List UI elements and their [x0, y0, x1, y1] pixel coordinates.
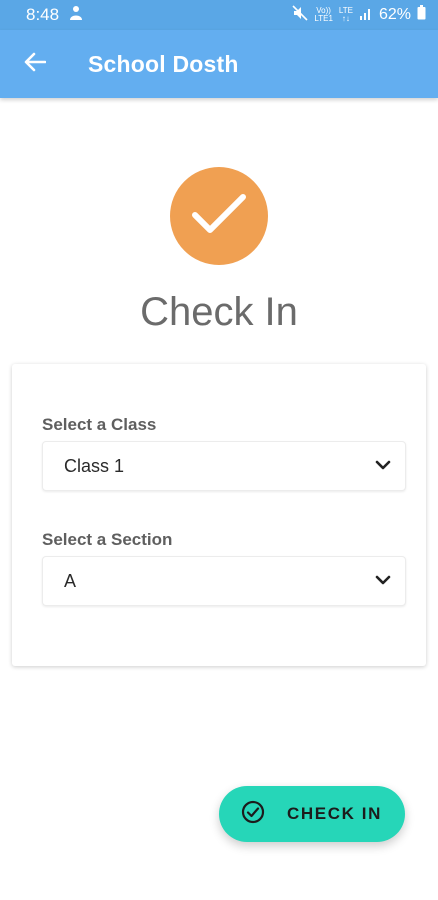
- section-dropdown-value: A: [64, 570, 77, 591]
- chevron-down-icon: [375, 457, 391, 475]
- class-dropdown-value: Class 1: [64, 455, 125, 476]
- section-dropdown[interactable]: A: [42, 556, 406, 606]
- check-in-button[interactable]: CHECK IN: [219, 786, 405, 842]
- class-dropdown[interactable]: Class 1: [42, 441, 406, 491]
- status-bar: 8:48 Vo)) LTE1 LTE ↑↓ 62%: [0, 0, 438, 30]
- app-title: School Dosth: [88, 50, 239, 77]
- arrow-left-icon: [24, 52, 47, 77]
- notification-icon: [69, 5, 83, 26]
- chevron-down-icon: [375, 572, 391, 590]
- screen: 8:48 Vo)) LTE1 LTE ↑↓ 62% School Dosth C…: [0, 0, 438, 900]
- app-bar: School Dosth: [0, 30, 438, 98]
- battery-percent: 62%: [378, 6, 411, 23]
- class-label: Select a Class: [42, 415, 157, 434]
- check-icon: [191, 192, 247, 241]
- volte-indicator: Vo)) LTE1: [314, 6, 333, 23]
- check-in-form-card: Select a Class Class 1 Select a Section …: [12, 364, 426, 666]
- battery-icon: [417, 5, 426, 25]
- signal-icon: [359, 6, 373, 25]
- section-label: Select a Section: [42, 530, 173, 549]
- status-left: 8:48: [26, 5, 83, 26]
- status-time: 8:48: [26, 5, 60, 24]
- page-title: Check In: [140, 290, 298, 334]
- success-badge: [170, 167, 268, 265]
- lte-indicator: LTE ↑↓: [338, 6, 353, 23]
- status-right: Vo)) LTE1 LTE ↑↓ 62%: [292, 4, 426, 26]
- check-in-button-label: CHECK IN: [287, 804, 382, 823]
- check-circle-icon: [241, 800, 265, 829]
- back-button[interactable]: [10, 39, 60, 89]
- mute-icon: [292, 4, 308, 26]
